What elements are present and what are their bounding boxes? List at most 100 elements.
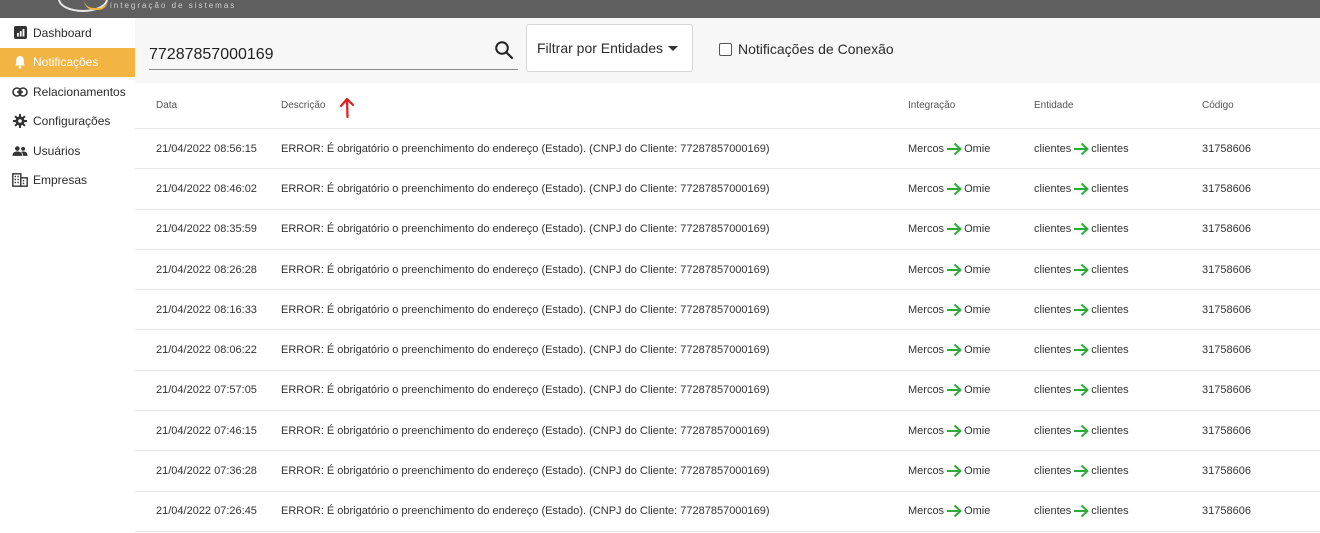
entity-target: clientes	[1091, 465, 1129, 478]
integration-source: Mercos	[908, 263, 945, 276]
column-header-data[interactable]: Data	[156, 83, 177, 128]
entity-source: clientes	[1034, 303, 1072, 316]
caret-down-icon	[668, 46, 678, 51]
entity-source: clientes	[1034, 344, 1072, 357]
arrow-right-icon	[947, 182, 962, 196]
cell-data: 21/04/2022 08:06:22	[156, 344, 257, 357]
cell-descricao: ERROR: É obrigatório o preenchimento do …	[281, 142, 770, 155]
table-row[interactable]: 21/04/2022 07:36:28 ERROR: É obrigatório…	[135, 451, 1320, 492]
entity-filter-select[interactable]: Filtrar por Entidades	[526, 24, 693, 72]
arrow-right-icon	[947, 222, 962, 236]
cell-codigo: 31758606	[1202, 223, 1251, 236]
table-row[interactable]: 21/04/2022 08:56:15 ERROR: É obrigatório…	[135, 129, 1320, 170]
sidebar-item-label: Empresas	[33, 173, 88, 188]
table-row[interactable]: 21/04/2022 07:46:15 ERROR: É obrigatório…	[135, 411, 1320, 452]
arrow-right-icon	[947, 343, 962, 357]
cell-entidade: clientes clientes	[1034, 250, 1129, 289]
cell-integracao: Mercos Omie	[908, 290, 990, 329]
sidebar-item-configuracoes[interactable]: Configurações	[0, 107, 135, 137]
table-row[interactable]: 21/04/2022 08:35:59 ERROR: É obrigatório…	[135, 210, 1320, 250]
cell-descricao: ERROR: É obrigatório o preenchimento do …	[281, 263, 770, 276]
column-header-integracao[interactable]: Integração	[908, 83, 955, 128]
cell-descricao: ERROR: É obrigatório o preenchimento do …	[281, 344, 770, 357]
table-row[interactable]: 21/04/2022 08:06:22 ERROR: É obrigatório…	[135, 330, 1320, 371]
gear-icon	[12, 114, 28, 129]
cell-integracao: Mercos Omie	[908, 492, 990, 531]
integration-target: Omie	[964, 344, 991, 357]
integration-target: Omie	[964, 182, 991, 195]
integration-source: Mercos	[908, 142, 945, 155]
column-header-descricao[interactable]: Descrição	[281, 83, 325, 128]
sidebar-item-dashboard[interactable]: Dashboard	[0, 18, 135, 48]
search-box	[149, 30, 518, 70]
integration-source: Mercos	[908, 223, 945, 236]
entity-source: clientes	[1034, 223, 1072, 236]
arrow-right-icon	[947, 384, 962, 397]
cell-codigo: 31758606	[1202, 384, 1251, 397]
integration-source: Mercos	[908, 505, 945, 518]
users-icon	[12, 144, 28, 158]
search-icon[interactable]	[494, 40, 514, 60]
sidebar-item-notificacoes[interactable]: Notificações	[0, 47, 135, 77]
table-row[interactable]: 21/04/2022 08:46:02 ERROR: É obrigatório…	[135, 169, 1320, 210]
cell-entidade: clientes clientes	[1034, 330, 1129, 369]
cell-codigo: 31758606	[1202, 142, 1251, 155]
cell-data: 21/04/2022 07:26:45	[156, 505, 257, 518]
column-header-codigo[interactable]: Código	[1202, 83, 1234, 128]
notifications-table: Data Descrição Integração Entidade Códig…	[135, 83, 1320, 532]
integration-source: Mercos	[908, 303, 945, 316]
cell-integracao: Mercos Omie	[908, 411, 990, 450]
entity-target: clientes	[1091, 223, 1129, 236]
cell-data: 21/04/2022 07:57:05	[156, 384, 257, 397]
cell-descricao: ERROR: É obrigatório o preenchimento do …	[281, 303, 770, 316]
cell-codigo: 31758606	[1202, 424, 1251, 437]
cell-entidade: clientes clientes	[1034, 492, 1129, 531]
cell-descricao: ERROR: É obrigatório o preenchimento do …	[281, 223, 770, 236]
cell-entidade: clientes clientes	[1034, 290, 1129, 329]
cell-codigo: 31758606	[1202, 263, 1251, 276]
sidebar-item-label: Notificações	[33, 55, 99, 70]
cell-descricao: ERROR: É obrigatório o preenchimento do …	[281, 182, 770, 195]
sidebar-item-empresas[interactable]: Empresas	[0, 166, 135, 196]
cell-descricao: ERROR: É obrigatório o preenchimento do …	[281, 465, 770, 478]
connection-checkbox[interactable]	[719, 42, 732, 56]
cell-data: 21/04/2022 08:35:59	[156, 223, 257, 236]
arrow-right-icon	[947, 464, 962, 478]
cell-codigo: 31758606	[1202, 344, 1251, 357]
column-header-entidade[interactable]: Entidade	[1034, 83, 1073, 128]
arrow-right-icon	[1074, 263, 1089, 276]
logo-subtitle: integração de sistemas	[110, 1, 237, 10]
search-input[interactable]	[149, 30, 479, 70]
table-row[interactable]: 21/04/2022 08:16:33 ERROR: É obrigatório…	[135, 290, 1320, 331]
arrow-right-icon	[1074, 464, 1089, 478]
sidebar-item-label: Relacionamentos	[33, 84, 126, 99]
arrow-right-icon	[947, 424, 962, 437]
sidebar-item-usuarios[interactable]: Usuários	[0, 136, 135, 166]
entity-target: clientes	[1091, 344, 1129, 357]
table-row[interactable]: 21/04/2022 07:57:05 ERROR: É obrigatório…	[135, 371, 1320, 412]
cell-codigo: 31758606	[1202, 182, 1251, 195]
cell-descricao: ERROR: É obrigatório o preenchimento do …	[281, 505, 770, 518]
entity-target: clientes	[1091, 303, 1129, 316]
sidebar-item-relacionamentos[interactable]: Relacionamentos	[0, 77, 135, 107]
arrow-right-icon	[1074, 384, 1089, 397]
table-row[interactable]: 21/04/2022 08:26:28 ERROR: É obrigatório…	[135, 250, 1320, 291]
integration-target: Omie	[964, 465, 991, 478]
table-row[interactable]: 21/04/2022 07:26:45 ERROR: É obrigatório…	[135, 492, 1320, 532]
sidebar-item-label: Configurações	[33, 114, 111, 129]
arrow-right-icon	[1074, 303, 1089, 317]
connection-notifications-toggle[interactable]: Notificações de Conexão	[719, 41, 894, 57]
integration-target: Omie	[964, 303, 991, 316]
cell-entidade: clientes clientes	[1034, 129, 1129, 168]
sidebar-item-label: Usuários	[33, 143, 81, 158]
entity-source: clientes	[1034, 182, 1072, 195]
cell-integracao: Mercos Omie	[908, 451, 990, 490]
integration-source: Mercos	[908, 465, 945, 478]
cell-entidade: clientes clientes	[1034, 371, 1129, 410]
integration-target: Omie	[964, 142, 991, 155]
arrow-right-icon	[1074, 343, 1089, 357]
cell-integracao: Mercos Omie	[908, 210, 990, 249]
arrow-right-icon	[1074, 505, 1089, 518]
cell-integracao: Mercos Omie	[908, 129, 990, 168]
entity-target: clientes	[1091, 263, 1129, 276]
